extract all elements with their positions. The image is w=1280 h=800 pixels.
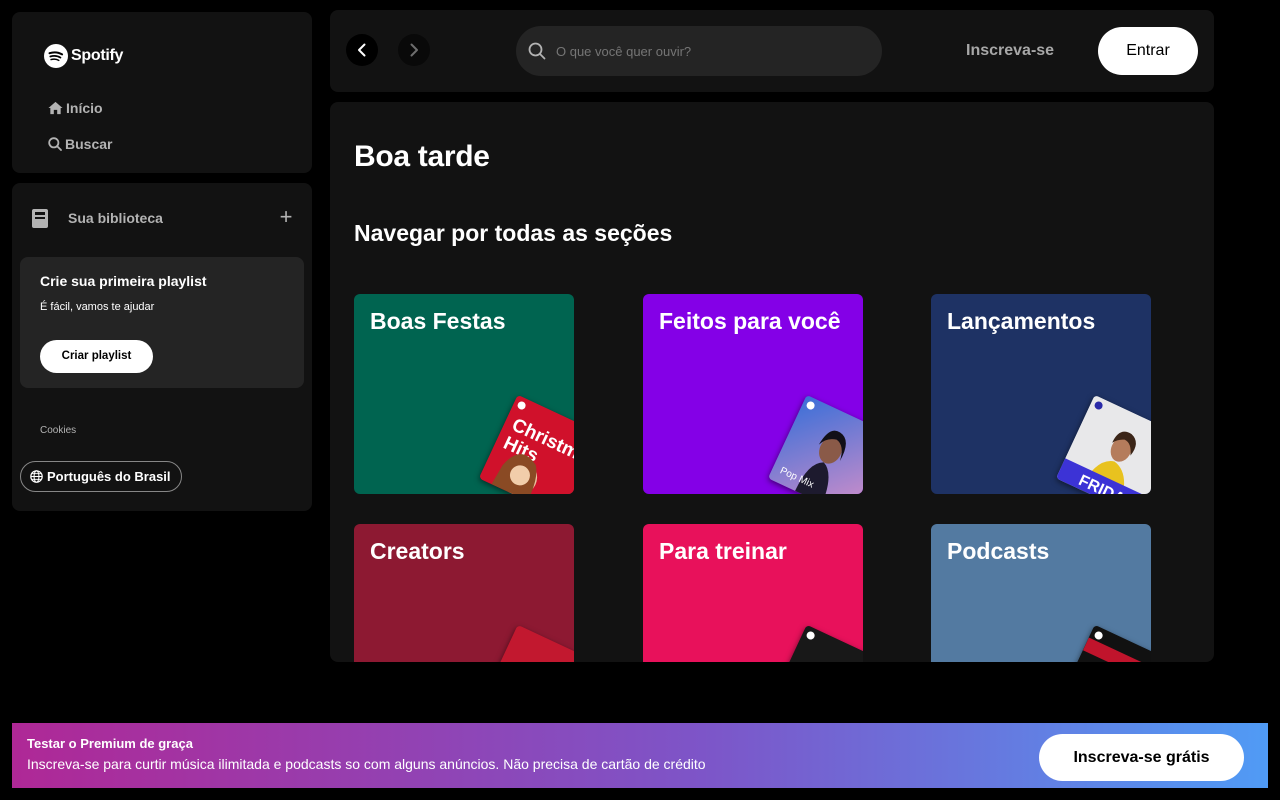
nav-search-label: Buscar — [65, 136, 113, 152]
card-artwork: FRIDAY — [1055, 394, 1151, 494]
promo-title: Crie sua primeira playlist — [40, 273, 207, 289]
forward-button[interactable] — [398, 34, 430, 66]
chevron-right-icon — [410, 43, 418, 57]
search-bar[interactable] — [516, 26, 882, 76]
library-header: Sua biblioteca + — [28, 205, 296, 231]
search-icon — [48, 137, 62, 151]
login-button[interactable]: Entrar — [1098, 27, 1198, 75]
language-label: Português do Brasil — [47, 469, 171, 484]
spotify-icon — [44, 44, 68, 68]
card-artwork: Pop Mix — [767, 394, 863, 494]
top-bar: Inscreva-se Entrar — [330, 10, 1214, 92]
pop-mix-cover: Pop Mix — [767, 394, 863, 494]
card-title: Boas Festas — [370, 308, 506, 334]
category-card-lancamentos[interactable]: Lançamentos FRIDAY — [931, 294, 1151, 494]
add-icon[interactable]: + — [276, 206, 296, 228]
card-artwork — [478, 624, 574, 662]
cookies-link[interactable]: Cookies — [40, 425, 76, 436]
card-title: Podcasts — [947, 538, 1050, 564]
sidebar-nav: Spotify Início Buscar — [12, 12, 312, 173]
promo-subtitle: É fácil, vamos te ajudar — [40, 301, 155, 313]
spotify-logo[interactable]: Spotify — [44, 44, 123, 68]
banner-title: Testar o Premium de graça — [27, 736, 193, 751]
library-title[interactable]: Sua biblioteca — [68, 210, 163, 226]
card-title: Creators — [370, 538, 465, 564]
nav-search[interactable]: Buscar — [48, 136, 112, 152]
card-artwork: Christmas Hits — [478, 394, 574, 494]
banner-text: Inscreva-se para curtir música ilimitada… — [27, 756, 706, 772]
category-card-creators[interactable]: Creators — [354, 524, 574, 662]
search-icon — [528, 42, 546, 60]
library-panel: Sua biblioteca + Crie sua primeira playl… — [12, 183, 312, 511]
search-input[interactable] — [554, 42, 858, 60]
category-card-podcasts[interactable]: Podcasts — [931, 524, 1151, 662]
nav-home[interactable]: Início — [48, 100, 103, 116]
home-icon — [48, 101, 63, 115]
premium-banner[interactable]: Testar o Premium de graça Inscreva-se pa… — [12, 723, 1268, 788]
section-title: Navegar por todas as seções — [354, 220, 673, 246]
back-button[interactable] — [346, 34, 378, 66]
category-card-para-treinar[interactable]: Para treinar — [643, 524, 863, 662]
podcast-cover — [1055, 624, 1151, 662]
chevron-left-icon — [358, 43, 366, 57]
signup-link[interactable]: Inscreva-se — [966, 42, 1054, 60]
library-icon[interactable] — [30, 207, 52, 229]
nav-home-label: Início — [66, 100, 103, 116]
card-artwork — [1055, 624, 1151, 662]
card-title: Para treinar — [659, 538, 787, 564]
signup-free-button[interactable]: Inscreva-se grátis — [1039, 734, 1244, 781]
language-button[interactable]: Português do Brasil — [20, 461, 182, 492]
logo-text: Spotify — [71, 47, 124, 64]
create-playlist-button[interactable]: Criar playlist — [40, 340, 153, 373]
category-card-boas-festas[interactable]: Boas Festas Christmas Hits — [354, 294, 574, 494]
globe-icon — [30, 470, 43, 483]
workout-cover — [767, 624, 863, 662]
card-title: Feitos para você — [659, 308, 841, 334]
create-playlist-card: Crie sua primeira playlist É fácil, vamo… — [20, 257, 304, 388]
card-artwork — [767, 624, 863, 662]
main-content: Boa tarde Navegar por todas as seções Bo… — [330, 102, 1214, 662]
new-music-friday-cover: FRIDAY — [1055, 394, 1151, 494]
category-card-feitos-para-voce[interactable]: Feitos para você Pop Mix — [643, 294, 863, 494]
greeting-title: Boa tarde — [354, 140, 490, 173]
christmas-hits-cover: Christmas Hits — [478, 394, 574, 494]
card-title: Lançamentos — [947, 308, 1096, 334]
